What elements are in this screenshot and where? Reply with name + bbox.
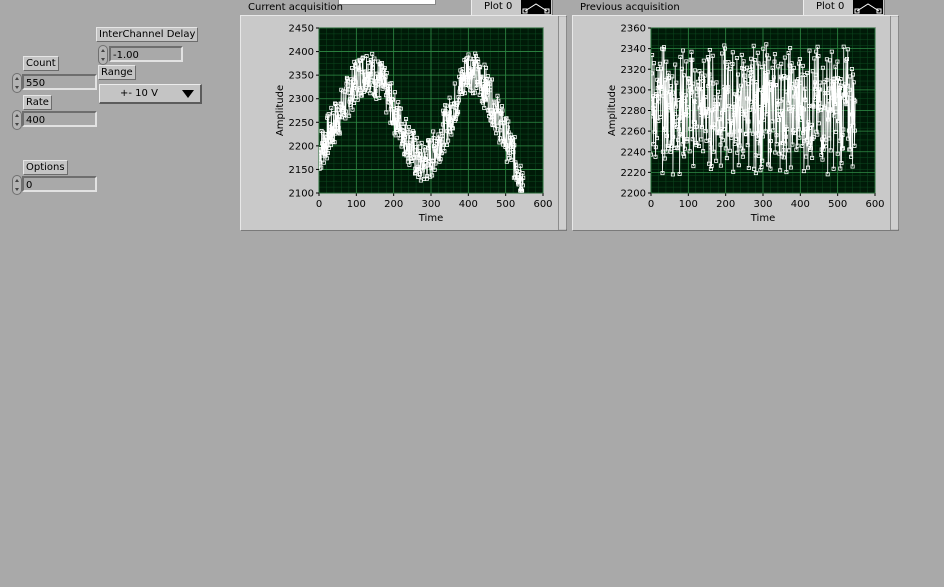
x-tick-label: 200 (716, 199, 735, 210)
x-tick-label: 300 (753, 199, 772, 210)
x-tick-label: 100 (347, 199, 366, 210)
x-tick-label: 600 (533, 199, 552, 210)
top-indicator (338, 0, 436, 5)
interchannel-delay-label: InterChannel Delay (96, 27, 199, 42)
graph-current: 0 100 200 300 400 500 600 2100 2150 2200 2250 2300 2… (240, 15, 567, 231)
y-tick-label: 2150 (289, 165, 314, 176)
x-tick-label: 100 (679, 199, 698, 210)
options-label: Options (23, 160, 68, 175)
plot-style-icon (853, 0, 883, 14)
y-tick-label: 2300 (289, 94, 314, 105)
y-tick-label: 2220 (621, 168, 646, 179)
x-axis-label: Time (418, 213, 443, 224)
rate-field[interactable]: 400 (22, 111, 97, 127)
graph-current-title: Current acquisition (248, 2, 343, 13)
graph-current-legend[interactable]: Plot 0 (471, 0, 553, 16)
legend-plot-name: Plot 0 (816, 1, 845, 12)
y-axis-label: Amplitude (607, 85, 618, 136)
graph-current-scrollbar[interactable] (558, 16, 567, 230)
x-tick-label: 500 (496, 199, 515, 210)
y-axis-label: Amplitude (275, 85, 286, 136)
range-value: +- 10 V (120, 88, 158, 99)
count-spinner[interactable] (12, 73, 22, 93)
graph-previous-legend[interactable]: Plot 0 (803, 0, 885, 16)
legend-plot-name: Plot 0 (484, 1, 513, 12)
y-tick-label: 2240 (621, 147, 646, 158)
y-tick-label: 2450 (289, 24, 314, 35)
y-tick-label: 2200 (289, 141, 314, 152)
y-tick-label: 2350 (289, 71, 314, 82)
x-tick-label: 0 (648, 199, 654, 210)
y-tick-label: 2260 (621, 127, 646, 138)
x-tick-label: 300 (421, 199, 440, 210)
range-label: Range (98, 65, 136, 80)
count-field[interactable]: 550 (22, 74, 97, 90)
x-tick-label: 400 (791, 199, 810, 210)
y-tick-label: 2300 (621, 85, 646, 96)
x-tick-label: 200 (384, 199, 403, 210)
y-tick-label: 2400 (289, 47, 314, 58)
x-tick-label: 500 (828, 199, 847, 210)
y-tick-label: 2360 (621, 24, 646, 35)
graph-current-svg: 0 100 200 300 400 500 600 2100 2150 2200 2250 2300 2… (275, 24, 553, 225)
options-field[interactable]: 0 (22, 176, 97, 192)
rate-spinner[interactable] (12, 110, 22, 130)
graph-previous-svg: 0 100 200 300 400 500 600 2200 2220 2240 2260 2280 2… (607, 24, 885, 225)
y-tick-label: 2200 (621, 189, 646, 200)
graph-previous-scrollbar[interactable] (890, 16, 899, 230)
y-tick-label: 2320 (621, 65, 646, 76)
graph-previous: 0 100 200 300 400 500 600 2200 2220 2240 2260 2280 2… (572, 15, 899, 231)
graph-previous-title: Previous acquisition (580, 2, 680, 13)
dropdown-arrow-icon (182, 90, 194, 98)
count-label: Count (23, 56, 59, 71)
options-spinner[interactable] (12, 175, 22, 195)
rate-label: Rate (23, 95, 52, 110)
x-tick-label: 0 (316, 199, 322, 210)
x-axis-label: Time (750, 213, 775, 224)
interchannel-delay-spinner[interactable] (98, 45, 108, 65)
y-tick-label: 2280 (621, 106, 646, 117)
range-ring[interactable]: +- 10 V (99, 84, 202, 104)
interchannel-delay-field[interactable]: -1.00 (109, 46, 183, 62)
x-tick-label: 400 (459, 199, 478, 210)
y-tick-label: 2100 (289, 189, 314, 200)
x-tick-label: 600 (865, 199, 884, 210)
plot-style-icon (521, 0, 551, 14)
y-tick-label: 2250 (289, 118, 314, 129)
y-tick-label: 2340 (621, 44, 646, 55)
